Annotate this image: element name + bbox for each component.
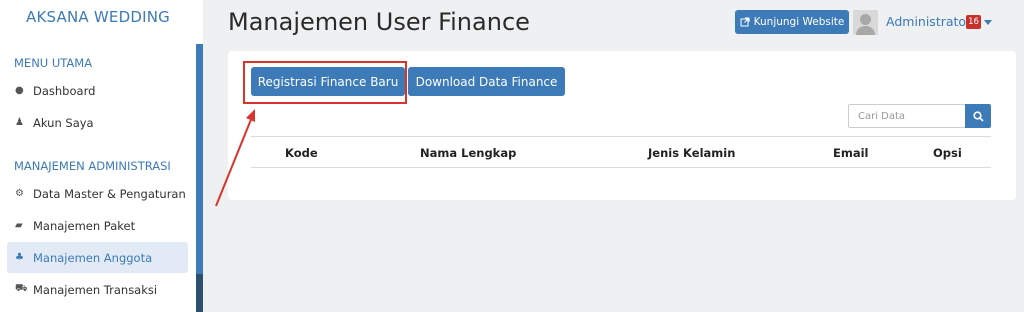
annotation-arrow <box>215 109 255 207</box>
